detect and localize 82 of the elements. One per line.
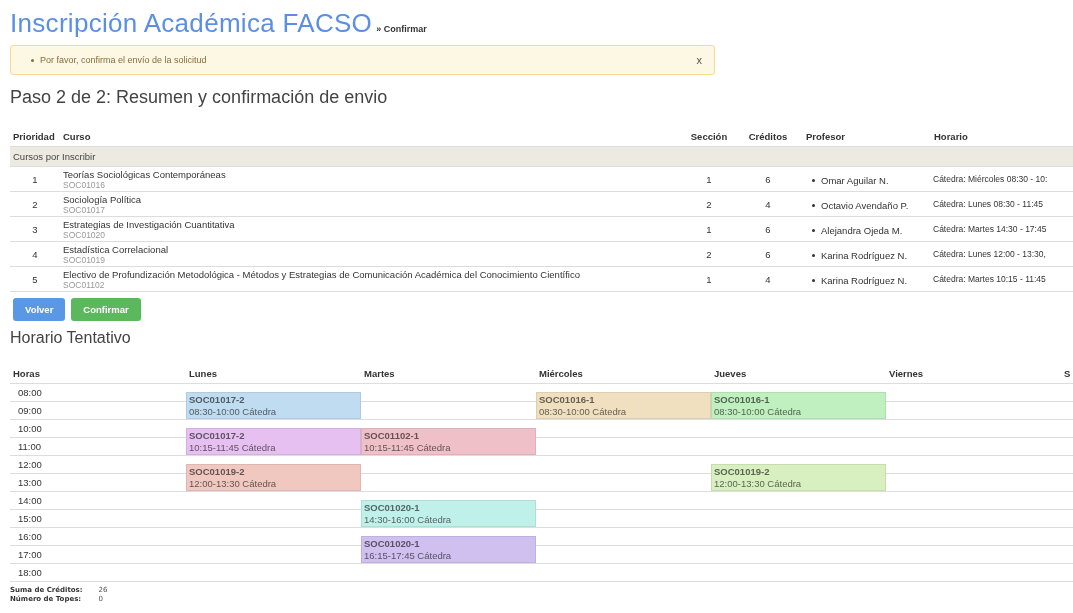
back-button[interactable]: Volver [13,298,66,321]
day-header: Jueves [713,367,748,381]
schedule-heading: Horario Tentativo [10,329,132,347]
schedule-cell: Cátedra: Lunes 12:00 - 13:30, [931,241,1073,267]
section-cell: 1 [685,166,733,192]
course-code: SOC01017 [63,204,106,215]
course-name: Sociología Política [63,193,143,205]
day-header: Lunes [188,367,218,381]
hour-label: 18:00 [17,567,42,578]
bullet-icon [812,253,815,257]
class-event[interactable]: SOC01017-2 10:15-11:45 Cátedra [186,428,361,455]
hour-label: 16:00 [17,531,42,542]
priority-cell: 3 [10,216,60,242]
close-button[interactable]: x [696,54,702,66]
hour-label: 09:00 [17,405,42,416]
day-header: Miércoles [538,367,584,381]
bullet-icon [812,228,815,232]
bullet-icon [31,58,34,62]
course-code: SOC01102 [63,279,106,290]
bullet-icon [812,178,815,182]
hour-label: 12:00 [17,459,42,470]
column-header: Sección [685,126,733,147]
credits-cell: 6 [733,166,803,192]
course-name: Electivo de Profundización Metodológica - Métodos y Estrategias de Comunicación Académica del Conocimiento Científico [63,268,581,280]
hour-label: 15:00 [17,513,42,524]
column-header: Prioridad [10,126,60,147]
column-header: Horas [12,367,41,381]
section-cell: 2 [685,191,733,217]
class-event[interactable]: SOC01020-1 14:30-16:00 Cátedra [361,500,536,527]
class-event[interactable]: SOC01016-1 08:30-10:00 Cátedra [536,392,711,419]
hour-label: 13:00 [17,477,42,488]
course-code: SOC01020 [63,229,106,240]
hour-label: 10:00 [17,423,42,434]
bullet-icon [812,203,815,207]
professor-name: Alejandra Ojeda M. [821,224,903,236]
column-header: Profesor [803,126,931,147]
schedule-cell: Cátedra: Lunes 08:30 - 11:45 [931,191,1073,217]
course-name: Estadística Correlacional [63,243,170,255]
credits-cell: 4 [733,191,803,217]
credits-cell: 6 [733,241,803,267]
breadcrumb: » Confirmar [376,24,427,34]
step-heading: Paso 2 de 2: Resumen y confirmación de envio [10,87,389,108]
hour-label: 17:00 [17,549,42,560]
hour-label: 11:00 [17,441,42,452]
priority-cell: 5 [10,266,60,292]
day-header: Viernes [888,367,925,381]
column-header: Créditos [733,126,803,147]
hour-label: 14:00 [17,495,42,506]
credits-cell: 4 [733,266,803,292]
class-event[interactable]: SOC01016-1 08:30-10:00 Cátedra [711,392,886,419]
class-event[interactable]: SOC01017-2 08:30-10:00 Cátedra [186,392,361,419]
professor-name: Karina Rodríguez N. [821,249,908,261]
class-event[interactable]: SOC01019-2 12:00-13:30 Cátedra [186,464,361,491]
course-code: SOC01019 [63,254,107,265]
course-name: Estrategias de Investigación Cuantitativa [63,218,236,230]
hour-label: 08:00 [17,387,42,398]
class-event[interactable]: SOC01020-1 16:15-17:45 Cátedra [361,536,536,563]
schedule-cell: Cátedra: Miércoles 08:30 - 10: [931,166,1073,192]
day-header: Martes [363,367,396,381]
day-header: S [1063,367,1072,381]
course-code: SOC01016 [63,179,106,190]
schedule-cell: Cátedra: Martes 10:15 - 11:45 [931,266,1073,292]
section-cell: 1 [685,266,733,292]
priority-cell: 4 [10,241,60,267]
section-cell: 1 [685,216,733,242]
column-header: Horario [931,126,1073,147]
course-name: Teorías Sociológicas Contemporáneas [63,168,227,180]
bullet-icon [812,278,815,282]
credits-cell: 6 [733,216,803,242]
professor-name: Karina Rodríguez N. [821,274,908,286]
class-event[interactable]: SOC01102-1 10:15-11:45 Cátedra [361,428,536,455]
professor-name: Octavio Avendaño P. [821,199,909,211]
priority-cell: 1 [10,166,60,192]
column-header: Curso [60,126,685,147]
group-row: Cursos por Inscribir [10,146,1073,167]
page-title: Inscripción Académica FACSO [10,8,373,39]
class-event[interactable]: SOC01019-2 12:00-13:30 Cátedra [711,464,886,491]
schedule-cell: Cátedra: Martes 14:30 - 17:45 [931,216,1073,242]
alert-message: Por favor, confirma el envío de la solicitud [40,55,207,65]
priority-cell: 2 [10,191,60,217]
professor-name: Omar Aguilar N. [821,174,889,186]
section-cell: 2 [685,241,733,267]
